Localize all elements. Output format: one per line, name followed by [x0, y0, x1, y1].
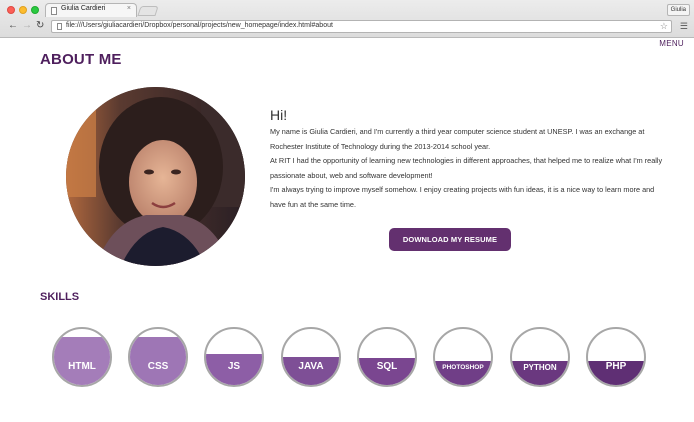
browser-tab[interactable]: Giulia Cardieri × [45, 3, 137, 17]
site-menu-link[interactable]: MENU [659, 39, 684, 48]
tab-title: Giulia Cardieri [61, 5, 106, 12]
skill-label: CSS [147, 361, 169, 372]
bio-paragraph: My name is Giulia Cardieri, and I'm curr… [270, 127, 645, 151]
skill-php: PHP [586, 327, 646, 387]
address-bar[interactable]: file:///Users/giuliacardieri/Dropbox/per… [51, 20, 672, 33]
skill-js: JS [204, 327, 264, 387]
greeting: Hi! [270, 107, 288, 123]
browser-chrome: Giulia Cardieri × Giulia ← → ↻ file:///U… [0, 0, 694, 38]
star-icon[interactable]: ☆ [660, 21, 668, 32]
url-text: file:///Users/giuliacardieri/Dropbox/per… [66, 22, 333, 29]
skills-heading: SKILLS [40, 291, 80, 303]
skill-sql: SQL [357, 327, 417, 387]
skill-css: CSS [128, 327, 188, 387]
document-icon [51, 7, 57, 15]
skill-label: JS [227, 361, 241, 372]
profile-photo-image [66, 87, 245, 266]
bio-paragraph: At RIT I had the opportunity of learning… [270, 156, 663, 180]
page-document-icon [57, 23, 62, 30]
bio-paragraph: I'm always trying to improve myself some… [270, 185, 655, 209]
profile-button[interactable]: Giulia [666, 4, 690, 16]
skill-html: HTML [52, 327, 112, 387]
hamburger-menu-icon[interactable]: ☰ [680, 20, 688, 32]
skill-label: PYTHON [523, 363, 557, 372]
forward-arrow-icon[interactable]: → [22, 20, 32, 32]
skill-label: PHP [605, 361, 627, 372]
back-arrow-icon[interactable]: ← [8, 20, 18, 32]
skill-label: HTML [68, 361, 96, 372]
minimize-window-button[interactable] [19, 6, 27, 14]
download-resume-button[interactable]: DOWNLOAD MY RESUME [389, 228, 511, 251]
new-tab-button[interactable] [137, 6, 159, 16]
zoom-window-button[interactable] [31, 6, 39, 14]
skill-label: PHOTOSHOP [442, 364, 484, 371]
close-window-button[interactable] [7, 6, 15, 14]
skill-label: JAVA [298, 361, 324, 372]
skill-label: SQL [376, 361, 398, 372]
skill-python: PYTHON [510, 327, 570, 387]
about-heading: ABOUT ME [40, 51, 122, 68]
skills-list: HTML CSS JS JAVA SQL PHOTOSHOP PYTHON PH… [52, 327, 652, 389]
page-content: MENU ABOUT ME Hi! My name is Giulia Card… [0, 39, 694, 422]
skill-photoshop: PHOTOSHOP [433, 327, 493, 387]
reload-icon[interactable]: ↻ [36, 20, 44, 32]
skill-java: JAVA [281, 327, 341, 387]
profile-photo [66, 87, 245, 266]
bio-section: Hi! My name is Giulia Cardieri, and I'm … [270, 107, 670, 212]
tab-close-icon[interactable]: × [127, 5, 131, 12]
